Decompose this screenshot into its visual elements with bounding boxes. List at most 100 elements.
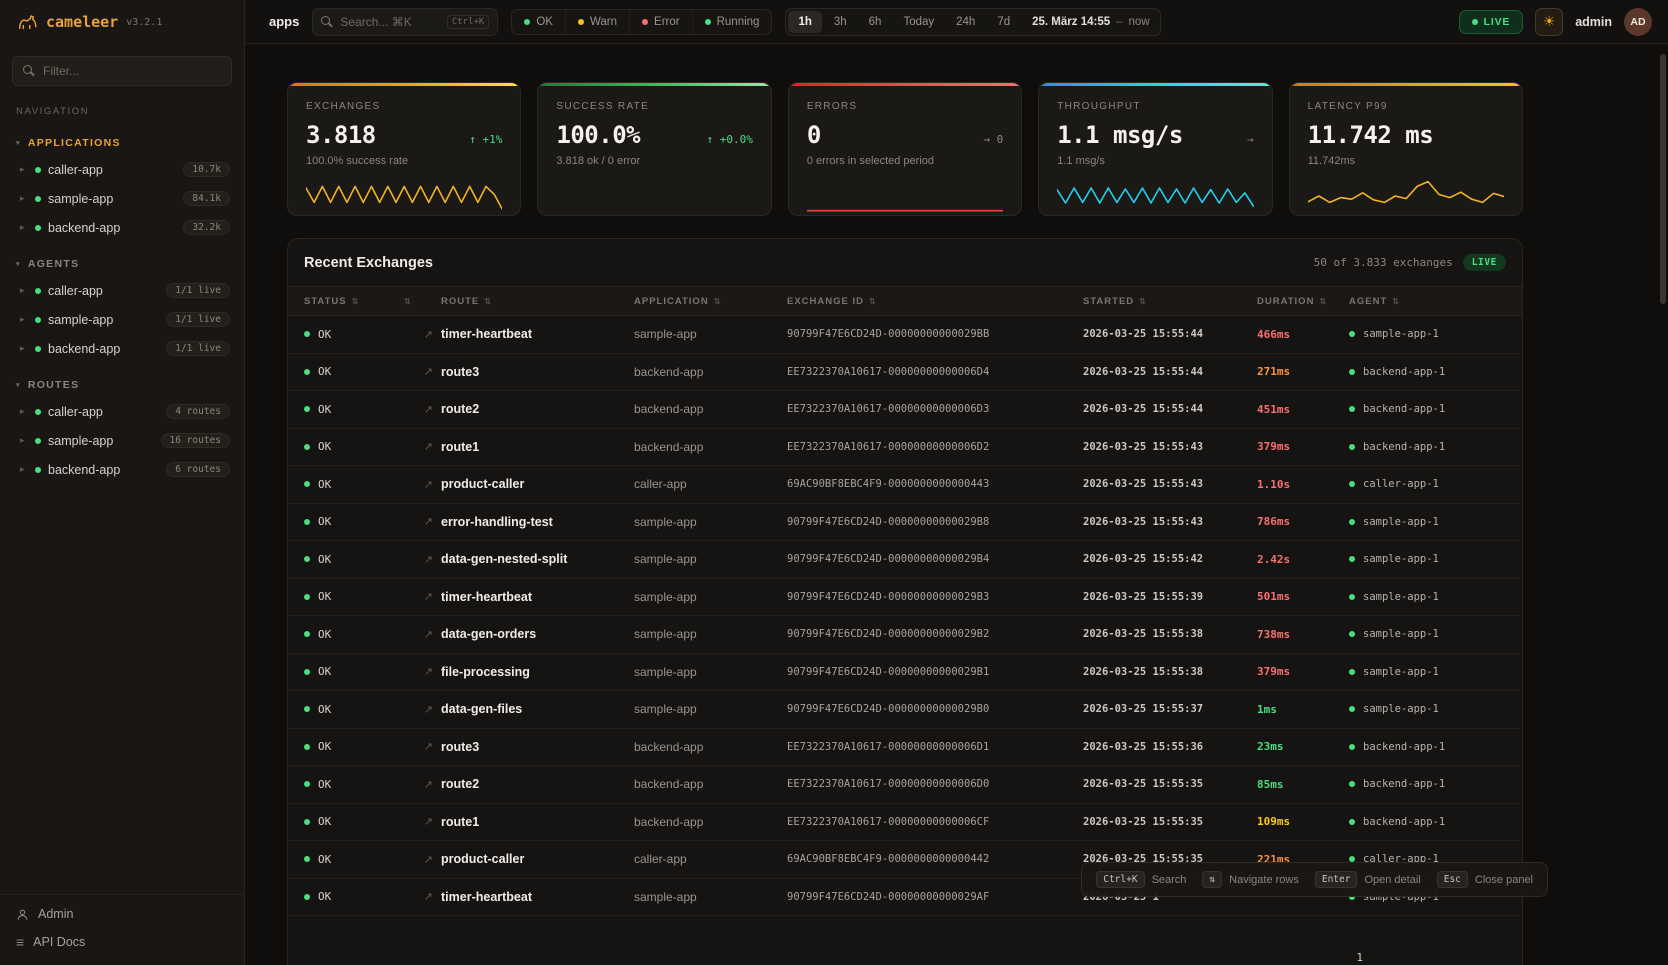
time-range-button[interactable]: 3h — [824, 11, 857, 33]
open-exchange-icon[interactable]: ↗ — [399, 515, 441, 528]
route-name[interactable]: data-gen-files — [441, 702, 634, 716]
sidebar-filter[interactable] — [12, 56, 232, 86]
column-label: EXCHANGE ID — [787, 296, 864, 307]
table-row[interactable]: OK ↗ timer-heartbeat sample-app 90799F47… — [288, 579, 1522, 617]
live-badge[interactable]: LIVE — [1463, 254, 1506, 271]
status-filter-button[interactable]: Warn — [565, 10, 629, 34]
route-name[interactable]: route2 — [441, 777, 634, 791]
open-exchange-icon[interactable]: ↗ — [399, 403, 441, 416]
column-header[interactable]: DURATION ⇅ — [1257, 296, 1349, 307]
status-text: OK — [318, 778, 331, 791]
started-timestamp: 2026-03-25 15:55:36 — [1083, 741, 1257, 753]
table-row[interactable]: OK ↗ data-gen-files sample-app 90799F47E… — [288, 691, 1522, 729]
table-row[interactable]: OK ↗ file-processing sample-app 90799F47… — [288, 654, 1522, 692]
table-row[interactable]: OK ↗ data-gen-orders sample-app 90799F47… — [288, 616, 1522, 654]
table-row[interactable]: OK ↗ route2 backend-app EE7322370A10617-… — [288, 391, 1522, 429]
now-button[interactable]: now — [1129, 16, 1150, 28]
api-docs-label: API Docs — [33, 935, 85, 949]
api-docs-link[interactable]: ≡ API Docs — [16, 935, 228, 949]
open-exchange-icon[interactable]: ↗ — [399, 553, 441, 566]
sidebar-item[interactable]: ▸ backend-app 6 routes — [0, 455, 244, 484]
global-search-input[interactable]: Search... ⌘K Ctrl+K — [312, 8, 498, 36]
column-header[interactable]: STATUS ⇅ — [304, 296, 399, 307]
sidebar-item[interactable]: ▸ caller-app 10.7k — [0, 155, 244, 184]
section-header-applications[interactable]: ▾ APPLICATIONS — [0, 133, 244, 155]
open-exchange-icon[interactable]: ↗ — [399, 890, 441, 903]
route-name[interactable]: route2 — [441, 402, 634, 416]
section-header-routes[interactable]: ▾ ROUTES — [0, 375, 244, 397]
theme-toggle-button[interactable]: ☀ — [1535, 8, 1563, 36]
filter-input[interactable] — [43, 64, 221, 78]
time-range-button[interactable]: 1h — [788, 11, 821, 33]
table-row[interactable]: OK ↗ route2 backend-app EE7322370A10617-… — [288, 766, 1522, 804]
open-exchange-icon[interactable]: ↗ — [399, 778, 441, 791]
route-name[interactable]: error-handling-test — [441, 515, 634, 529]
time-range-button[interactable]: Today — [893, 11, 944, 33]
route-name[interactable]: file-processing — [441, 665, 634, 679]
table-row[interactable]: OK ↗ route1 backend-app EE7322370A10617-… — [288, 429, 1522, 467]
admin-link[interactable]: Admin — [16, 907, 228, 921]
table-row[interactable]: OK ↗ product-caller caller-app 69AC90BF8… — [288, 466, 1522, 504]
sort-icon: ⇅ — [1139, 297, 1147, 306]
route-name[interactable]: route1 — [441, 440, 634, 454]
open-exchange-icon[interactable]: ↗ — [399, 628, 441, 641]
scrollbar-thumb[interactable] — [1660, 54, 1666, 304]
status-text: OK — [318, 328, 331, 341]
sidebar-item[interactable]: ▸ caller-app 4 routes — [0, 397, 244, 426]
route-name[interactable]: product-caller — [441, 477, 634, 491]
open-exchange-icon[interactable]: ↗ — [399, 365, 441, 378]
route-name[interactable]: timer-heartbeat — [441, 590, 634, 604]
table-row[interactable]: OK ↗ route1 backend-app EE7322370A10617-… — [288, 804, 1522, 842]
column-header[interactable]: STARTED ⇅ — [1083, 296, 1257, 307]
open-exchange-icon[interactable]: ↗ — [399, 440, 441, 453]
open-exchange-icon[interactable]: ↗ — [399, 478, 441, 491]
column-header[interactable]: APPLICATION ⇅ — [634, 296, 787, 307]
stat-card: LATENCY P99 11.742 ms 11.742ms — [1289, 82, 1523, 216]
section-agents: ▾ AGENTS ▸ caller-app 1/1 live ▸ s — [0, 254, 244, 363]
route-name[interactable]: route3 — [441, 365, 634, 379]
open-exchange-icon[interactable]: ↗ — [399, 590, 441, 603]
hint-key: Enter — [1315, 871, 1358, 888]
route-name[interactable]: timer-heartbeat — [441, 327, 634, 341]
search-shortcut-hint: Ctrl+K — [447, 15, 490, 29]
agent-cell: sample-app-1 — [1349, 516, 1506, 528]
table-row[interactable]: OK ↗ error-handling-test sample-app 9079… — [288, 504, 1522, 542]
sidebar-item[interactable]: ▸ backend-app 32.2k — [0, 213, 244, 242]
status-filter-button[interactable]: OK — [512, 10, 565, 34]
open-exchange-icon[interactable]: ↗ — [399, 815, 441, 828]
table-row[interactable]: OK ↗ data-gen-nested-split sample-app 90… — [288, 541, 1522, 579]
route-name[interactable]: route1 — [441, 815, 634, 829]
sidebar-item[interactable]: ▸ sample-app 16 routes — [0, 426, 244, 455]
open-exchange-icon[interactable]: ↗ — [399, 328, 441, 341]
time-range-button[interactable]: 6h — [859, 11, 892, 33]
open-exchange-icon[interactable]: ↗ — [399, 740, 441, 753]
open-exchange-icon[interactable]: ↗ — [399, 853, 441, 866]
table-row[interactable]: OK ↗ timer-heartbeat sample-app 90799F47… — [288, 316, 1522, 354]
live-toggle[interactable]: LIVE — [1459, 10, 1524, 34]
status-filter-button[interactable]: Error — [629, 10, 692, 34]
table-row[interactable]: OK ↗ route3 backend-app EE7322370A10617-… — [288, 354, 1522, 392]
route-name[interactable]: route3 — [441, 740, 634, 754]
section-header-agents[interactable]: ▾ AGENTS — [0, 254, 244, 276]
route-name[interactable]: data-gen-nested-split — [441, 552, 634, 566]
open-exchange-icon[interactable]: ↗ — [399, 703, 441, 716]
sidebar-item[interactable]: ▸ backend-app 1/1 live — [0, 334, 244, 363]
column-header[interactable]: ROUTE ⇅ — [441, 296, 634, 307]
scrollbar-track[interactable] — [1660, 48, 1666, 961]
column-header[interactable]: EXCHANGE ID ⇅ — [787, 296, 1083, 307]
open-exchange-icon[interactable]: ↗ — [399, 665, 441, 678]
sidebar-item[interactable]: ▸ sample-app 84.1k — [0, 184, 244, 213]
route-name[interactable]: data-gen-orders — [441, 627, 634, 641]
route-name[interactable]: product-caller — [441, 852, 634, 866]
column-header[interactable]: ⇅ — [399, 297, 441, 306]
sidebar-item[interactable]: ▸ caller-app 1/1 live — [0, 276, 244, 305]
time-range-button[interactable]: 7d — [987, 11, 1020, 33]
sidebar-item[interactable]: ▸ sample-app 1/1 live — [0, 305, 244, 334]
time-range-button[interactable]: 24h — [946, 11, 985, 33]
arrow-up-right-icon: ↗ — [424, 479, 433, 491]
avatar[interactable]: AD — [1624, 8, 1652, 36]
column-header[interactable]: AGENT ⇅ — [1349, 296, 1506, 307]
route-name[interactable]: timer-heartbeat — [441, 890, 634, 904]
table-row[interactable]: OK ↗ route3 backend-app EE7322370A10617-… — [288, 729, 1522, 767]
status-filter-button[interactable]: Running — [692, 10, 772, 34]
